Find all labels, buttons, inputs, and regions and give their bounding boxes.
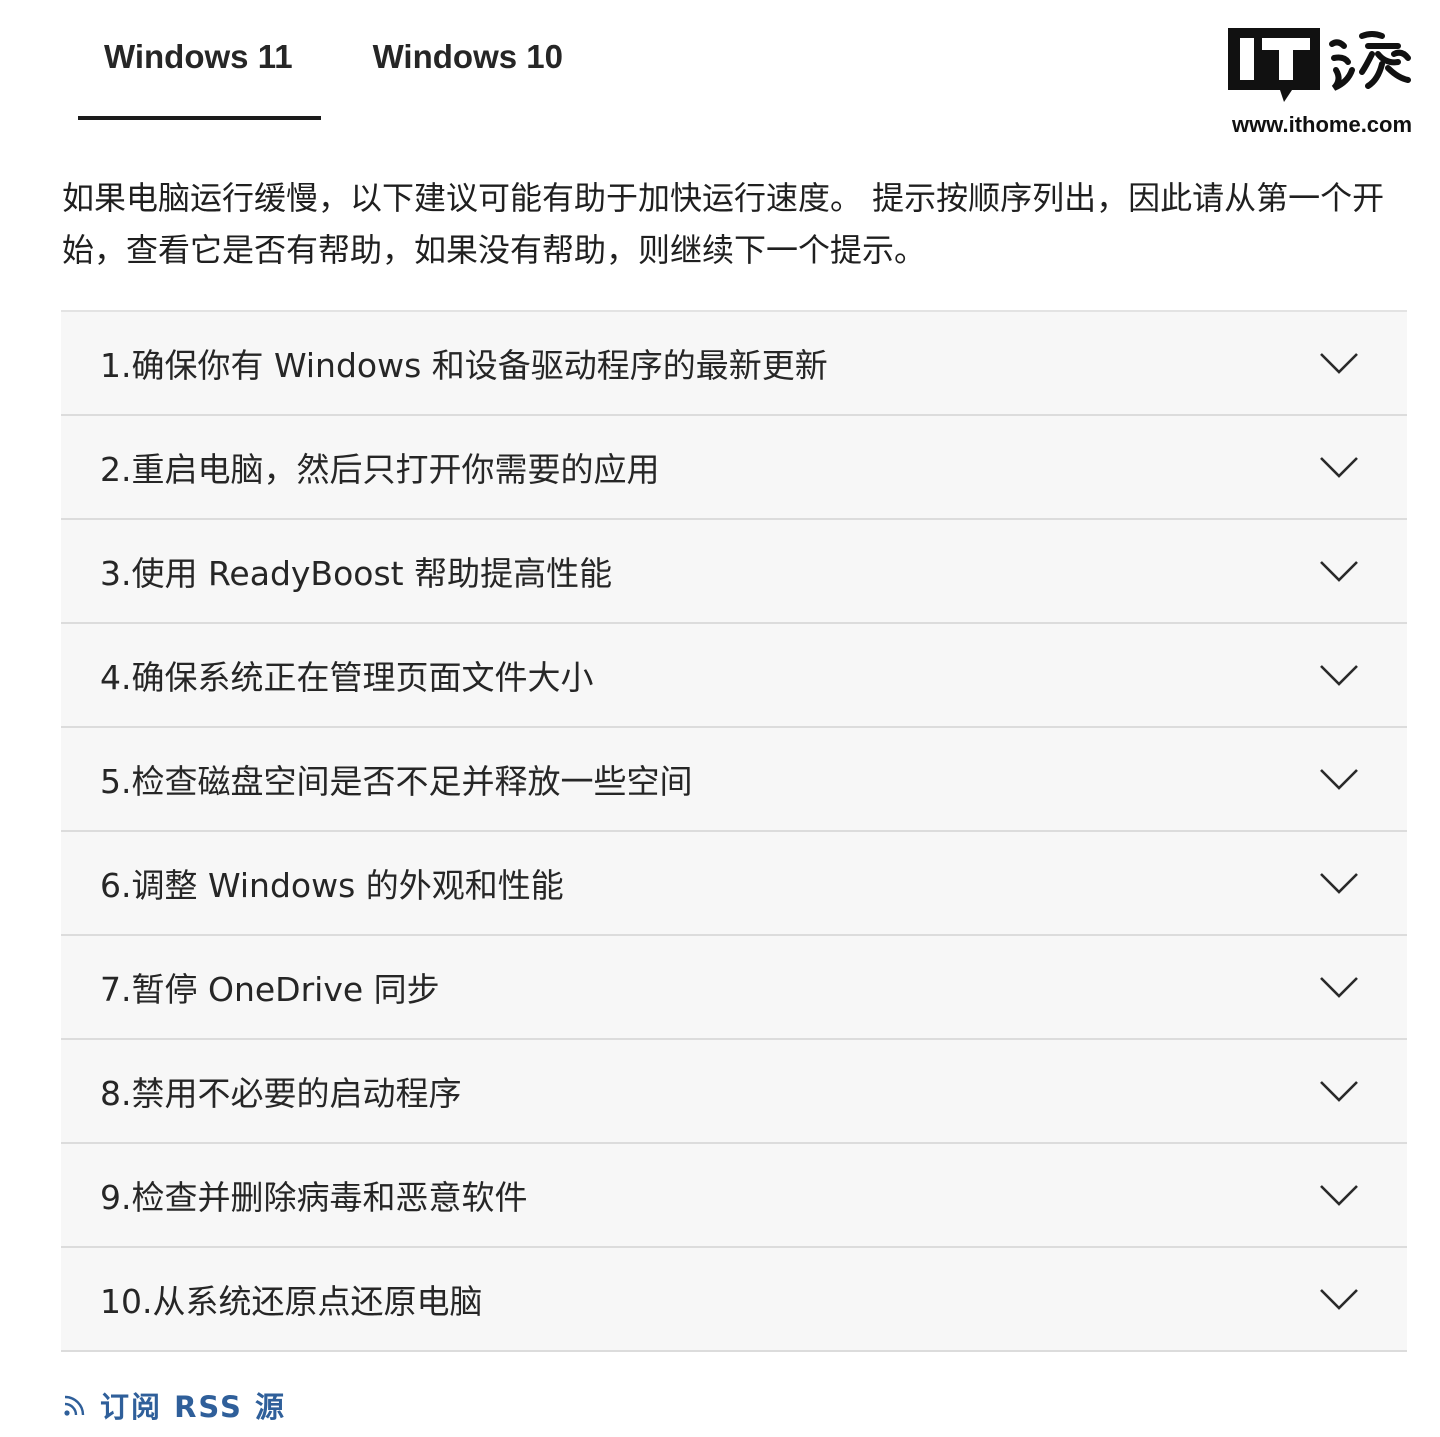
accordion-item-9[interactable]: 9.检查并删除病毒和恶意软件 xyxy=(61,1144,1407,1248)
ithome-logo-icon xyxy=(1228,28,1411,102)
accordion-item-label: 3.使用 ReadyBoost 帮助提高性能 xyxy=(100,554,613,593)
chevron-down-icon xyxy=(1320,1185,1358,1206)
accordion-item-label: 10.从系统还原点还原电脑 xyxy=(100,1282,483,1321)
accordion-item-4[interactable]: 4.确保系统正在管理页面文件大小 xyxy=(61,624,1407,728)
chevron-down-icon xyxy=(1320,561,1358,582)
rss-label: 订阅 RSS 源 xyxy=(100,1390,286,1424)
ithome-logo: www.ithome.com xyxy=(1222,24,1422,142)
accordion-item-5[interactable]: 5.检查磁盘空间是否不足并释放一些空间 xyxy=(61,728,1407,832)
chevron-down-icon xyxy=(1320,1289,1358,1310)
accordion-item-label: 5.检查磁盘空间是否不足并释放一些空间 xyxy=(100,762,693,801)
rss-subscribe-link[interactable]: 订阅 RSS 源 xyxy=(62,1384,286,1426)
accordion-item-label: 8.禁用不必要的启动程序 xyxy=(100,1074,462,1113)
accordion-item-10[interactable]: 10.从系统还原点还原电脑 xyxy=(61,1248,1407,1352)
accordion-item-8[interactable]: 8.禁用不必要的启动程序 xyxy=(61,1040,1407,1144)
accordion-item-2[interactable]: 2.重启电脑，然后只打开你需要的应用 xyxy=(61,416,1407,520)
accordion-item-7[interactable]: 7.暂停 OneDrive 同步 xyxy=(61,936,1407,1040)
chevron-down-icon xyxy=(1320,1081,1358,1102)
rss-icon xyxy=(64,1395,85,1416)
chevron-down-icon xyxy=(1320,873,1358,894)
tab-windows-10[interactable]: Windows 10 xyxy=(321,0,581,122)
chevron-down-icon xyxy=(1320,769,1358,790)
accordion-item-label: 9.检查并删除病毒和恶意软件 xyxy=(100,1178,528,1217)
chevron-down-icon xyxy=(1320,665,1358,686)
chevron-down-icon xyxy=(1320,457,1358,478)
accordion-item-1[interactable]: 1.确保你有 Windows 和设备驱动程序的最新更新 xyxy=(61,312,1407,416)
accordion-item-3[interactable]: 3.使用 ReadyBoost 帮助提高性能 xyxy=(61,520,1407,624)
tab-label: Windows 10 xyxy=(372,38,563,75)
accordion-item-6[interactable]: 6.调整 Windows 的外观和性能 xyxy=(61,832,1407,936)
intro-text: 如果电脑运行缓慢，以下建议可能有助于加快运行速度。 提示按顺序列出，因此请从第一… xyxy=(62,179,1385,269)
accordion-item-label: 7.暂停 OneDrive 同步 xyxy=(100,970,440,1009)
accordion-item-label: 1.确保你有 Windows 和设备驱动程序的最新更新 xyxy=(100,346,828,385)
accordion-item-label: 6.调整 Windows 的外观和性能 xyxy=(100,866,564,905)
chevron-down-icon xyxy=(1320,977,1358,998)
accordion-item-label: 4.确保系统正在管理页面文件大小 xyxy=(100,658,594,697)
tab-windows-11[interactable]: Windows 11 xyxy=(60,0,321,122)
os-tabs: Windows 11 Windows 10 xyxy=(60,0,581,122)
logo-url: www.ithome.com xyxy=(1231,112,1413,137)
accordion-item-label: 2.重启电脑，然后只打开你需要的应用 xyxy=(100,450,660,489)
tips-accordion: 1.确保你有 Windows 和设备驱动程序的最新更新 2.重启电脑，然后只打开… xyxy=(61,310,1407,1352)
tab-label: Windows 11 xyxy=(104,38,293,75)
chevron-down-icon xyxy=(1320,353,1358,374)
